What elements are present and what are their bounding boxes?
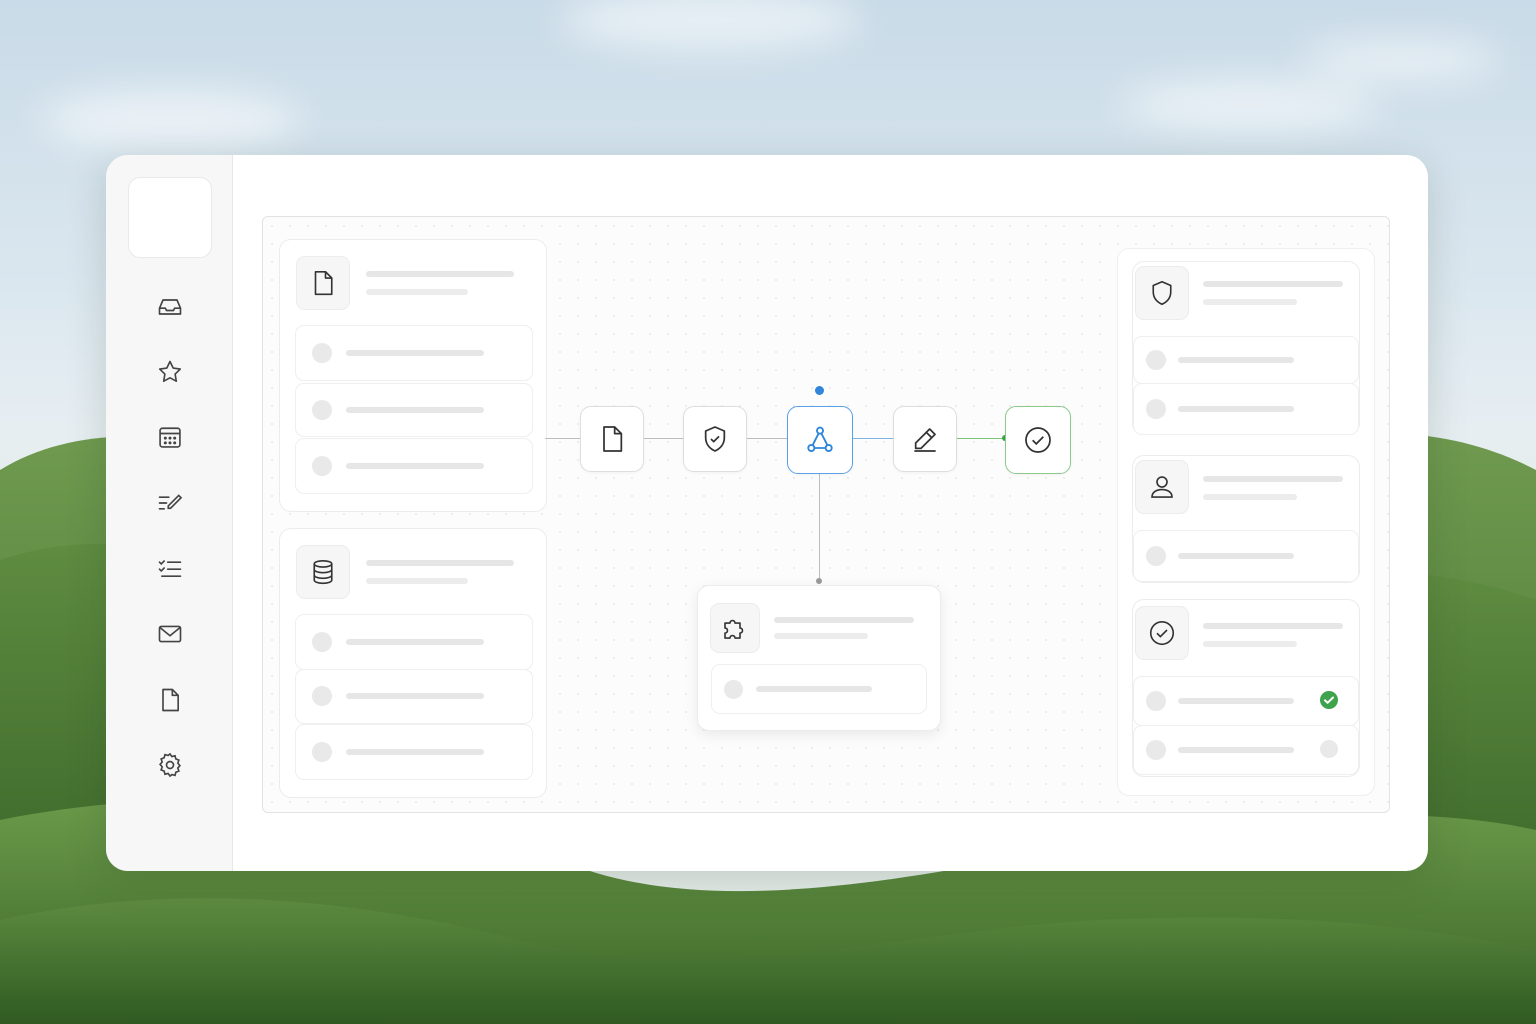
list-item[interactable] xyxy=(1133,676,1359,726)
list-item[interactable] xyxy=(295,438,533,494)
connector xyxy=(642,438,683,439)
shield-icon xyxy=(1152,280,1172,306)
right-panel-user[interactable] xyxy=(1132,455,1360,583)
panel-icon-tile xyxy=(296,545,350,599)
list-item[interactable] xyxy=(1133,336,1359,384)
logo-placeholder xyxy=(128,177,212,258)
status-complete-icon xyxy=(1320,691,1338,709)
workflow-node-security[interactable] xyxy=(683,406,747,472)
right-panel-status[interactable] xyxy=(1132,599,1360,777)
connector xyxy=(745,438,787,439)
sidebar xyxy=(106,155,233,871)
list-item[interactable] xyxy=(1133,530,1359,582)
panel-icon-tile xyxy=(296,256,350,310)
app-window xyxy=(106,155,1428,871)
list-item[interactable] xyxy=(295,614,533,670)
left-panel-database[interactable] xyxy=(279,528,547,798)
list-item[interactable] xyxy=(295,325,533,381)
puzzle-icon xyxy=(724,619,744,639)
list-item[interactable] xyxy=(295,669,533,724)
sidebar-item-tasks[interactable] xyxy=(154,552,186,584)
database-icon xyxy=(313,559,333,585)
shield-check-icon xyxy=(704,426,726,452)
panel-icon-tile xyxy=(1135,266,1189,320)
sidebar-item-settings[interactable] xyxy=(154,749,186,781)
sidebar-item-inbox[interactable] xyxy=(154,291,186,323)
list-item[interactable] xyxy=(295,724,533,780)
panel-icon-tile xyxy=(710,603,760,653)
status-pending-icon xyxy=(1320,740,1338,758)
document-icon xyxy=(314,270,333,296)
edit-list-icon xyxy=(158,494,183,510)
document-icon xyxy=(162,688,179,712)
workflow-icon xyxy=(807,426,833,452)
connector xyxy=(545,438,580,439)
right-panel xyxy=(1117,248,1375,796)
title-placeholder xyxy=(366,271,514,277)
sidebar-item-starred[interactable] xyxy=(154,356,186,388)
connector-active xyxy=(851,438,893,439)
panel-icon-tile xyxy=(1135,606,1189,660)
check-circle-icon xyxy=(1025,427,1051,453)
user-icon xyxy=(1151,476,1173,498)
right-panel-security[interactable] xyxy=(1132,261,1360,435)
sidebar-item-notes[interactable] xyxy=(154,487,186,519)
active-indicator-dot xyxy=(815,386,824,395)
checklist-icon xyxy=(158,560,182,577)
workflow-node-document[interactable] xyxy=(580,406,644,472)
panel-icon-tile xyxy=(1135,460,1189,514)
workflow-canvas xyxy=(262,216,1390,813)
list-item[interactable] xyxy=(1133,725,1359,775)
sidebar-item-mail[interactable] xyxy=(154,618,186,650)
plugin-card[interactable] xyxy=(697,585,941,731)
list-item[interactable] xyxy=(1133,383,1359,435)
connector-vertical xyxy=(819,471,820,581)
calendar-icon xyxy=(159,427,181,448)
document-icon xyxy=(603,426,623,452)
pencil-icon xyxy=(914,428,936,452)
sidebar-item-documents[interactable] xyxy=(154,684,186,716)
connector-done xyxy=(955,438,1005,439)
connector-endpoint xyxy=(816,578,822,584)
list-item[interactable] xyxy=(295,383,533,437)
star-icon xyxy=(158,360,182,383)
left-panel-documents[interactable] xyxy=(279,239,547,512)
list-item[interactable] xyxy=(711,664,927,714)
check-circle-icon xyxy=(1149,620,1175,646)
inbox-icon xyxy=(158,299,182,315)
mail-icon xyxy=(158,625,182,643)
workflow-node-complete[interactable] xyxy=(1005,406,1071,474)
workflow-node-branch[interactable] xyxy=(787,406,853,474)
gear-icon xyxy=(159,752,181,778)
workflow-node-edit[interactable] xyxy=(893,406,957,472)
sidebar-item-calendar[interactable] xyxy=(154,421,186,453)
subtitle-placeholder xyxy=(366,289,468,295)
